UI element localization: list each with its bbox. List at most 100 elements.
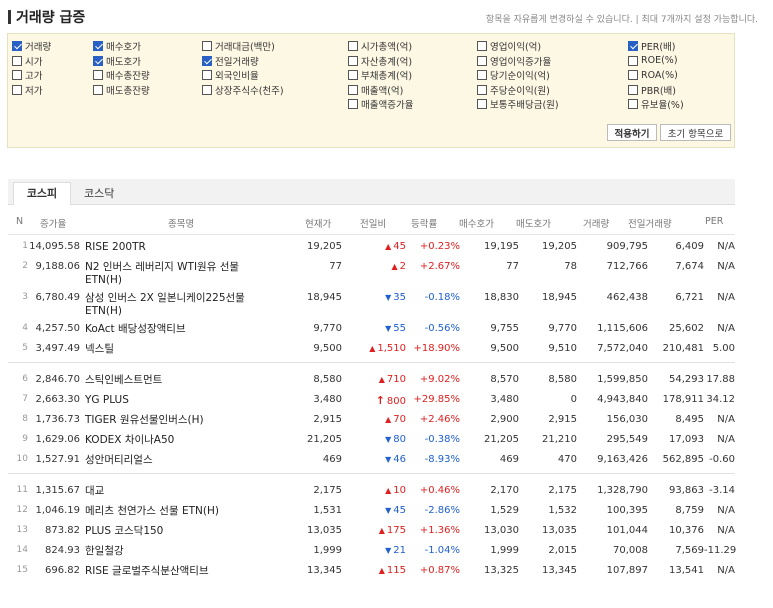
stock-name-link[interactable]: 스틱인베스트먼트 [85, 374, 275, 387]
checkbox-unchecked[interactable] [628, 84, 638, 95]
table-row[interactable]: 11 1,315.67 대교 2,175 ▲ 10 +0.46% 2,170 2,175 1,32… [8, 482, 735, 502]
checkbox-unchecked[interactable] [477, 41, 487, 52]
checkbox-unchecked[interactable] [348, 41, 358, 52]
stock-name-link[interactable]: 성안머티리얼스 [85, 454, 275, 467]
filter-option[interactable]: 매수총잔량 [93, 68, 150, 83]
table-row[interactable]: 15 696.82 RISE 글로벌주식분산액티브 13,345 ▲ 115 +0.87% 1… [8, 562, 735, 582]
filter-option[interactable]: 주당순이익(원) [477, 83, 559, 98]
checkbox-checked[interactable] [202, 55, 212, 66]
stock-name-link[interactable]: 대교 [85, 485, 275, 498]
checkbox-unchecked[interactable] [477, 99, 487, 110]
table-row[interactable]: 5 3,497.49 넥스틸 9,500 ▲ 1,510 +18.90% 9,500 9,510… [8, 340, 735, 360]
stock-name-link[interactable]: KoAct 배당성장액티브 [85, 323, 275, 336]
table-row[interactable]: 13 873.82 PLUS 코스닥150 13,035 ▲ 175 +1.36% 13,03… [8, 522, 735, 542]
stock-name-link[interactable]: TIGER 원유선물인버스(H) [85, 414, 275, 427]
table-row[interactable]: 3 6,780.49 삼성 인버스 2X 일본니케이225선물 ETN(H) 18,9… [8, 289, 735, 320]
change-cell: ▲ 10 [344, 485, 406, 496]
filter-option[interactable]: 거래량 [12, 39, 51, 54]
col-header-per[interactable]: PER [705, 216, 723, 227]
filter-option[interactable]: 외국인비율 [202, 68, 284, 83]
stock-name-link[interactable]: 메리츠 천연가스 선물 ETN(H) [85, 505, 275, 518]
col-header-bid[interactable]: 매수호가 [459, 216, 494, 230]
checkbox-unchecked[interactable] [12, 84, 22, 95]
checkbox-unchecked[interactable] [348, 70, 358, 81]
table-row[interactable]: 6 2,846.70 스틱인베스트먼트 8,580 ▲ 710 +9.02% 8,570 8,5… [8, 371, 735, 391]
checkbox-unchecked[interactable] [12, 70, 22, 81]
filter-option[interactable]: 자산총계(억) [348, 54, 413, 69]
col-header-pct[interactable]: 등락률 [411, 216, 437, 230]
checkbox-unchecked[interactable] [348, 84, 358, 95]
apply-button[interactable]: 적용하기 [607, 124, 657, 141]
reset-button[interactable]: 초기 항목으로 [660, 124, 731, 141]
filter-option[interactable]: 유보율(%) [628, 97, 684, 112]
filter-option[interactable]: 저가 [12, 83, 51, 98]
filter-option[interactable]: 매출액(억) [348, 83, 413, 98]
col-header-price[interactable]: 현재가 [305, 216, 331, 230]
checkbox-unchecked[interactable] [348, 99, 358, 110]
filter-option[interactable]: ROE(%) [628, 54, 684, 69]
filter-option[interactable]: 상장주식수(천주) [202, 83, 284, 98]
filter-option[interactable]: 거래대금(백만) [202, 39, 284, 54]
table-row[interactable]: 2 9,188.06 N2 인버스 레버리지 WTI원유 선물 ETN(H) 77 ▲ 2… [8, 258, 735, 289]
filter-option[interactable]: 매도총잔량 [93, 83, 150, 98]
filter-option[interactable]: 시가 [12, 54, 51, 69]
change-percent: -0.38% [424, 434, 460, 445]
filter-option[interactable]: 당기순이익(억) [477, 68, 559, 83]
stock-name-link[interactable]: N2 인버스 레버리지 WTI원유 선물 ETN(H) [85, 261, 275, 287]
tab-kosdaq[interactable]: 코스닥 [84, 185, 114, 201]
checkbox-unchecked[interactable] [93, 84, 103, 95]
checkbox-unchecked[interactable] [202, 70, 212, 81]
col-header-rate[interactable]: 증가율 [40, 216, 66, 230]
checkbox-unchecked[interactable] [477, 55, 487, 66]
checkbox-unchecked[interactable] [348, 55, 358, 66]
stock-name-link[interactable]: 삼성 인버스 2X 일본니케이225선물 ETN(H) [85, 292, 275, 318]
table-row[interactable]: 4 4,257.50 KoAct 배당성장액티브 9,770 ▼ 55 -0.56% 9,75… [8, 320, 735, 340]
stock-name-link[interactable]: 한일철강 [85, 545, 275, 558]
table-row[interactable]: 7 2,663.30 YG PLUS 3,480 ↑ 800 +29.85% 3,480 0 4,… [8, 391, 735, 411]
stock-name-link[interactable]: 넥스틸 [85, 343, 275, 356]
filter-option[interactable]: 영업이익(억) [477, 39, 559, 54]
table-row[interactable]: 10 1,527.91 성안머티리얼스 469 ▼ 46 -8.93% 469 470 9,163… [8, 451, 735, 471]
table-row[interactable]: 1 14,095.58 RISE 200TR 19,205 ▲ 45 +0.23% 19,19… [8, 238, 735, 258]
stock-name-link[interactable]: RISE 200TR [85, 241, 275, 254]
per-value: N/A [717, 565, 735, 576]
checkbox-checked[interactable] [93, 41, 103, 52]
col-header-pvol[interactable]: 전일거래량 [628, 216, 672, 230]
checkbox-unchecked[interactable] [628, 99, 638, 110]
col-header-vol[interactable]: 거래량 [583, 216, 609, 230]
checkbox-unchecked[interactable] [628, 70, 638, 81]
table-row[interactable]: 14 824.93 한일철강 1,999 ▼ 21 -1.04% 1,999 2,015 70,0… [8, 542, 737, 562]
checkbox-unchecked[interactable] [202, 84, 212, 95]
filter-option[interactable]: ROA(%) [628, 68, 684, 83]
filter-option[interactable]: 매출액증가율 [348, 97, 413, 112]
checkbox-checked[interactable] [93, 55, 103, 66]
checkbox-unchecked[interactable] [202, 41, 212, 52]
checkbox-unchecked[interactable] [477, 84, 487, 95]
filter-option[interactable]: 매수호가 [93, 39, 150, 54]
table-row[interactable]: 9 1,629.06 KODEX 차이나A50 21,205 ▼ 80 -0.38% 21,2… [8, 431, 735, 451]
filter-option[interactable]: 부채총계(억) [348, 68, 413, 83]
checkbox-unchecked[interactable] [477, 70, 487, 81]
filter-option[interactable]: 시가총액(억) [348, 39, 413, 54]
filter-option[interactable]: 보통주배당금(원) [477, 97, 559, 112]
filter-option[interactable]: 영업이익증가율 [477, 54, 559, 69]
stock-name-link[interactable]: YG PLUS [85, 394, 275, 407]
table-row[interactable]: 8 1,736.73 TIGER 원유선물인버스(H) 2,915 ▲ 70 +2.46% 2… [8, 411, 735, 431]
filter-option[interactable]: 고가 [12, 68, 51, 83]
stock-name-link[interactable]: RISE 글로벌주식분산액티브 [85, 565, 275, 578]
checkbox-checked[interactable] [628, 41, 638, 52]
filter-option[interactable]: PER(배) [628, 39, 684, 54]
col-header-chg[interactable]: 전일비 [360, 216, 386, 230]
filter-option[interactable]: PBR(배) [628, 83, 684, 98]
checkbox-unchecked[interactable] [93, 70, 103, 81]
table-row[interactable]: 12 1,046.19 메리츠 천연가스 선물 ETN(H) 1,531 ▼ 45 -2.8… [8, 502, 735, 522]
col-header-ask[interactable]: 매도호가 [516, 216, 551, 230]
checkbox-checked[interactable] [12, 41, 22, 52]
stock-name-link[interactable]: PLUS 코스닥150 [85, 525, 275, 538]
checkbox-unchecked[interactable] [12, 55, 22, 66]
stock-name-link[interactable]: KODEX 차이나A50 [85, 434, 275, 447]
filter-option[interactable]: 전일거래량 [202, 54, 284, 69]
filter-option[interactable]: 매도호가 [93, 54, 150, 69]
tab-kospi[interactable]: 코스피 [13, 182, 71, 205]
checkbox-unchecked[interactable] [628, 55, 638, 66]
